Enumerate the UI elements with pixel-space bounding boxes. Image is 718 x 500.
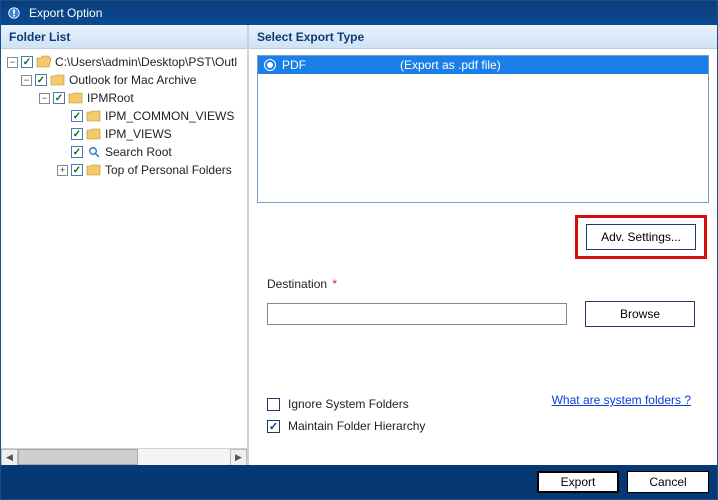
checkbox[interactable]: ✓	[71, 110, 83, 122]
expand-icon[interactable]: −	[21, 75, 32, 86]
checkbox-checked[interactable]: ✓	[267, 420, 280, 433]
checkbox[interactable]: ✓	[53, 92, 65, 104]
checkbox[interactable]: ✓	[21, 56, 33, 68]
export-type-pdf[interactable]: PDF (Export as .pdf file)	[258, 56, 708, 74]
checkbox-unchecked[interactable]	[267, 398, 280, 411]
tree-label: Top of Personal Folders	[105, 163, 232, 177]
destination-input[interactable]	[267, 303, 567, 325]
option-label: Maintain Folder Hierarchy	[288, 419, 425, 433]
tree-node-top-personal[interactable]: + ✓ Top of Personal Folders	[1, 161, 247, 179]
app-icon	[7, 6, 21, 20]
browse-button[interactable]: Browse	[585, 301, 695, 327]
scroll-left-arrow-icon[interactable]: ◀	[1, 449, 18, 466]
export-option-window: Export Option Folder List − ✓ C:\Users\a…	[0, 0, 718, 500]
export-options-section: What are system folders ? Ignore System …	[267, 393, 707, 437]
expand-icon[interactable]: −	[7, 57, 18, 68]
folder-icon	[86, 163, 102, 177]
tree-label: C:\Users\admin\Desktop\PST\Outl	[55, 55, 237, 69]
checkbox[interactable]: ✓	[71, 164, 83, 176]
folder-tree[interactable]: − ✓ C:\Users\admin\Desktop\PST\Outl − ✓ …	[1, 49, 247, 448]
expand-spacer	[57, 129, 68, 140]
expand-spacer	[57, 147, 68, 158]
horizontal-scrollbar[interactable]: ◀ ▶	[1, 448, 247, 465]
tree-label: IPMRoot	[87, 91, 134, 105]
expand-spacer	[57, 111, 68, 122]
export-type-list[interactable]: PDF (Export as .pdf file)	[257, 55, 709, 203]
destination-section: Destination * Browse	[267, 277, 707, 327]
export-type-desc: (Export as .pdf file)	[400, 58, 708, 72]
folder-icon	[68, 91, 84, 105]
folder-icon	[86, 127, 102, 141]
checkbox[interactable]: ✓	[71, 146, 83, 158]
tree-label: IPM_COMMON_VIEWS	[105, 109, 234, 123]
tree-node-root[interactable]: − ✓ C:\Users\admin\Desktop\PST\Outl	[1, 53, 247, 71]
export-type-name: PDF	[282, 58, 400, 72]
checkbox[interactable]: ✓	[35, 74, 47, 86]
folder-open-icon	[36, 55, 52, 69]
titlebar: Export Option	[1, 1, 717, 25]
destination-label: Destination *	[267, 277, 707, 291]
tree-node-archive[interactable]: − ✓ Outlook for Mac Archive	[1, 71, 247, 89]
window-body: Folder List − ✓ C:\Users\admin\Desktop\P…	[1, 25, 717, 465]
export-button[interactable]: Export	[537, 471, 619, 493]
destination-label-text: Destination	[267, 277, 327, 291]
tree-node-ipmroot[interactable]: − ✓ IPMRoot	[1, 89, 247, 107]
folder-list-pane: Folder List − ✓ C:\Users\admin\Desktop\P…	[1, 25, 249, 465]
scroll-right-arrow-icon[interactable]: ▶	[230, 449, 247, 466]
adv-settings-button[interactable]: Adv. Settings...	[586, 224, 696, 250]
export-type-header: Select Export Type	[249, 25, 717, 49]
export-type-pane: Select Export Type PDF (Export as .pdf f…	[249, 25, 717, 465]
search-icon	[86, 145, 102, 159]
folder-icon	[86, 109, 102, 123]
system-folders-help-link[interactable]: What are system folders ?	[552, 393, 691, 407]
folder-list-header: Folder List	[1, 25, 247, 49]
adv-settings-area: Adv. Settings...	[259, 215, 707, 259]
window-title: Export Option	[29, 6, 102, 20]
tree-node-ipm-common-views[interactable]: ✓ IPM_COMMON_VIEWS	[1, 107, 247, 125]
footer-bar: Export Cancel	[1, 465, 717, 499]
expand-icon[interactable]: −	[39, 93, 50, 104]
radio-selected-icon[interactable]	[264, 59, 276, 71]
folder-icon	[50, 73, 66, 87]
tree-node-search-root[interactable]: ✓ Search Root	[1, 143, 247, 161]
tree-label: IPM_VIEWS	[105, 127, 172, 141]
maintain-hierarchy-option[interactable]: ✓ Maintain Folder Hierarchy	[267, 415, 707, 437]
option-label: Ignore System Folders	[288, 397, 409, 411]
expand-icon[interactable]: +	[57, 165, 68, 176]
tree-label: Outlook for Mac Archive	[69, 73, 196, 87]
cancel-button[interactable]: Cancel	[627, 471, 709, 493]
required-asterisk: *	[332, 277, 337, 291]
adv-settings-highlight: Adv. Settings...	[575, 215, 707, 259]
scroll-thumb[interactable]	[18, 449, 138, 465]
scroll-track[interactable]	[18, 449, 230, 465]
tree-node-ipm-views[interactable]: ✓ IPM_VIEWS	[1, 125, 247, 143]
checkbox[interactable]: ✓	[71, 128, 83, 140]
tree-label: Search Root	[105, 145, 172, 159]
